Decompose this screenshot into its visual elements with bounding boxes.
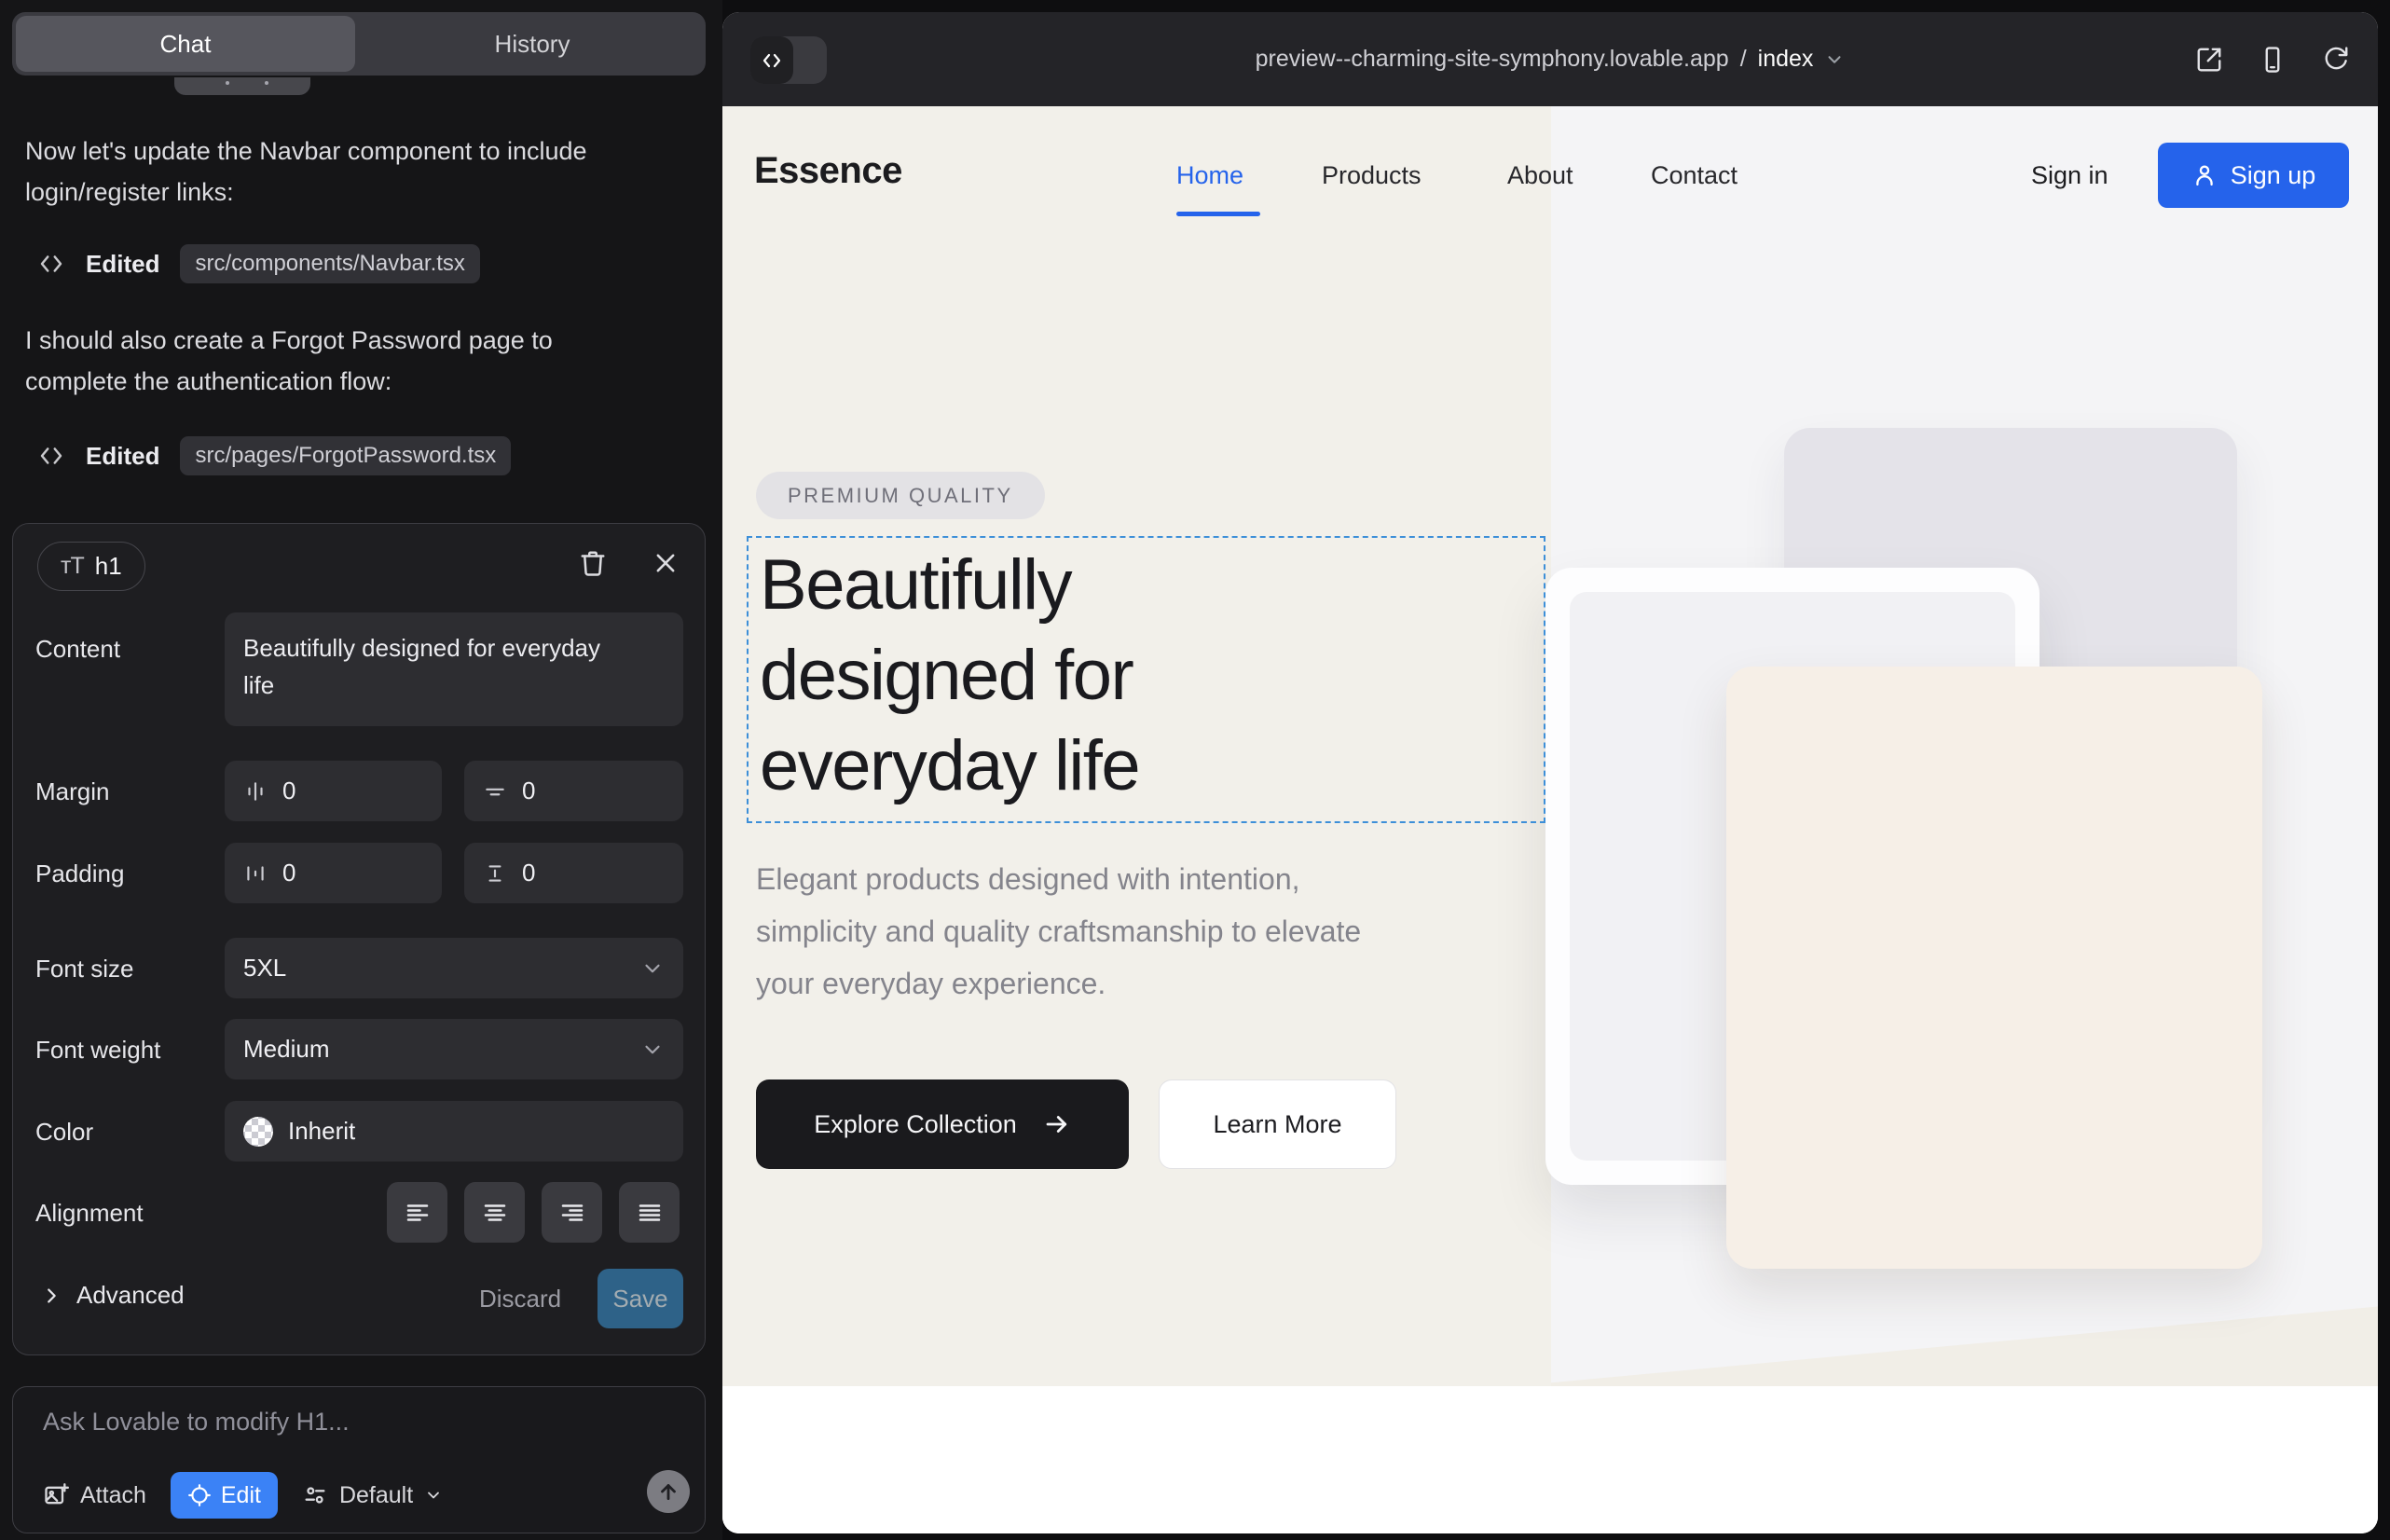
learn-more-button[interactable]: Learn More xyxy=(1159,1079,1396,1169)
chevron-down-icon xyxy=(640,1038,665,1062)
save-button[interactable]: Save xyxy=(598,1269,683,1328)
margin-label: Margin xyxy=(35,777,109,806)
nav-home[interactable]: Home xyxy=(1176,161,1243,190)
close-icon[interactable] xyxy=(652,550,684,582)
trash-icon[interactable] xyxy=(579,548,611,580)
content-label: Content xyxy=(35,635,120,664)
arrow-right-icon xyxy=(1043,1110,1071,1138)
padding-vertical-input[interactable]: 0 xyxy=(464,843,683,903)
margin-x-input[interactable]: 0 xyxy=(225,761,442,821)
element-tag: h1 xyxy=(95,552,122,581)
padding-label: Padding xyxy=(35,859,124,888)
sign-up-button[interactable]: Sign up xyxy=(2158,143,2349,208)
align-center-button[interactable] xyxy=(464,1182,525,1243)
url-host: preview--charming-site-symphony.lovable.… xyxy=(1256,46,1729,73)
font-size-label: Font size xyxy=(35,955,134,983)
prompt-input[interactable]: Ask Lovable to modify H1... xyxy=(43,1408,350,1437)
diagonal-accent xyxy=(1551,1298,2378,1386)
nav-contact[interactable]: Contact xyxy=(1651,161,1738,190)
mobile-view-icon[interactable] xyxy=(2259,46,2287,74)
chevron-down-icon xyxy=(424,1486,443,1505)
chevron-right-icon xyxy=(41,1286,62,1306)
font-weight-label: Font weight xyxy=(35,1036,160,1065)
url-separator: / xyxy=(1740,46,1747,73)
color-swatch xyxy=(243,1117,273,1147)
edit-mode-button[interactable]: Edit xyxy=(171,1472,278,1519)
site-logo[interactable]: Essence xyxy=(754,150,902,192)
padding-x-input[interactable]: 0 xyxy=(225,843,442,903)
tab-history[interactable]: History xyxy=(363,16,702,72)
hero-heading: Beautifully designed for everyday life xyxy=(760,540,1338,811)
browser-actions xyxy=(2195,12,2350,106)
next-section xyxy=(722,1386,2378,1533)
file-chip[interactable]: src/pages/ForgotPassword.tsx xyxy=(180,436,511,475)
chat-panel: Chat History Now let's update the Navbar… xyxy=(0,0,722,1540)
code-icon xyxy=(37,442,65,470)
font-size-select[interactable]: 5XL xyxy=(225,938,683,998)
color-label: Color xyxy=(35,1118,93,1147)
align-justify-button[interactable] xyxy=(619,1182,680,1243)
site-viewport: Essence Home Products About Contact Sign… xyxy=(722,106,2378,1533)
chevron-down-icon xyxy=(640,956,665,981)
scrolled-chip-partial[interactable] xyxy=(174,77,310,95)
chat-history-tabs: Chat History xyxy=(12,12,706,76)
align-right-button[interactable] xyxy=(542,1182,602,1243)
dot xyxy=(226,81,229,85)
element-editor-panel: тT h1 Content Beautifully designed for e… xyxy=(12,523,706,1355)
padding-vertical-icon xyxy=(483,861,507,886)
type-icon: тT xyxy=(61,553,84,580)
content-input[interactable]: Beautifully designed for everyday life xyxy=(225,612,683,726)
nav-products[interactable]: Products xyxy=(1322,161,1422,190)
color-select[interactable]: Inherit xyxy=(225,1101,683,1162)
sign-in-link[interactable]: Sign in xyxy=(2031,161,2108,190)
edited-file-row: Edited src/pages/ForgotPassword.tsx xyxy=(37,434,511,477)
tab-chat[interactable]: Chat xyxy=(16,16,355,72)
chat-message: I should also create a Forgot Password p… xyxy=(25,320,622,402)
file-chip[interactable]: src/components/Navbar.tsx xyxy=(180,244,479,283)
align-left-button[interactable] xyxy=(387,1182,447,1243)
alignment-label: Alignment xyxy=(35,1199,144,1228)
nav-active-underline xyxy=(1176,212,1260,216)
font-weight-select[interactable]: Medium xyxy=(225,1019,683,1079)
preview-browser-frame: preview--charming-site-symphony.lovable.… xyxy=(722,12,2378,1533)
nav-about[interactable]: About xyxy=(1507,161,1573,190)
margin-vertical-input[interactable]: 0 xyxy=(464,761,683,821)
attach-button[interactable]: Attach xyxy=(43,1482,146,1509)
selected-heading-outline[interactable]: Beautifully designed for everyday life xyxy=(747,536,1545,823)
padding-horizontal-icon xyxy=(243,861,268,886)
chevron-down-icon xyxy=(1824,49,1845,70)
hero-paragraph: Elegant products designed with intention… xyxy=(756,853,1427,1010)
edited-label: Edited xyxy=(86,250,159,279)
dot xyxy=(265,81,268,85)
margin-vertical-icon xyxy=(483,779,507,804)
margin-horizontal-icon xyxy=(243,779,268,804)
target-icon xyxy=(187,1483,212,1507)
code-icon xyxy=(37,250,65,278)
premium-badge: PREMIUM QUALITY xyxy=(756,472,1045,519)
prompt-composer[interactable]: Ask Lovable to modify H1... Attach Edit … xyxy=(12,1386,706,1533)
composer-toolbar: Attach Edit Default xyxy=(43,1472,443,1519)
user-icon xyxy=(2191,162,2218,188)
attach-image-icon xyxy=(43,1482,69,1508)
chat-message: Now let's update the Navbar component to… xyxy=(25,131,622,213)
url-page: index xyxy=(1758,46,1814,73)
open-in-new-tab-icon[interactable] xyxy=(2195,46,2223,74)
sliders-icon xyxy=(302,1482,328,1508)
url-bar[interactable]: preview--charming-site-symphony.lovable.… xyxy=(722,12,2378,106)
decor-card-cream xyxy=(1726,667,2262,1269)
edited-label: Edited xyxy=(86,442,159,471)
refresh-icon[interactable] xyxy=(2322,46,2350,74)
selected-element-pill[interactable]: тT h1 xyxy=(37,542,145,591)
explore-collection-button[interactable]: Explore Collection xyxy=(756,1079,1129,1169)
discard-button[interactable]: Discard xyxy=(479,1285,561,1313)
edited-file-row: Edited src/components/Navbar.tsx xyxy=(37,242,480,285)
send-button[interactable] xyxy=(647,1470,690,1513)
browser-toolbar: preview--charming-site-symphony.lovable.… xyxy=(722,12,2378,106)
advanced-toggle[interactable]: Advanced xyxy=(41,1281,185,1310)
mode-selector[interactable]: Default xyxy=(302,1482,443,1509)
